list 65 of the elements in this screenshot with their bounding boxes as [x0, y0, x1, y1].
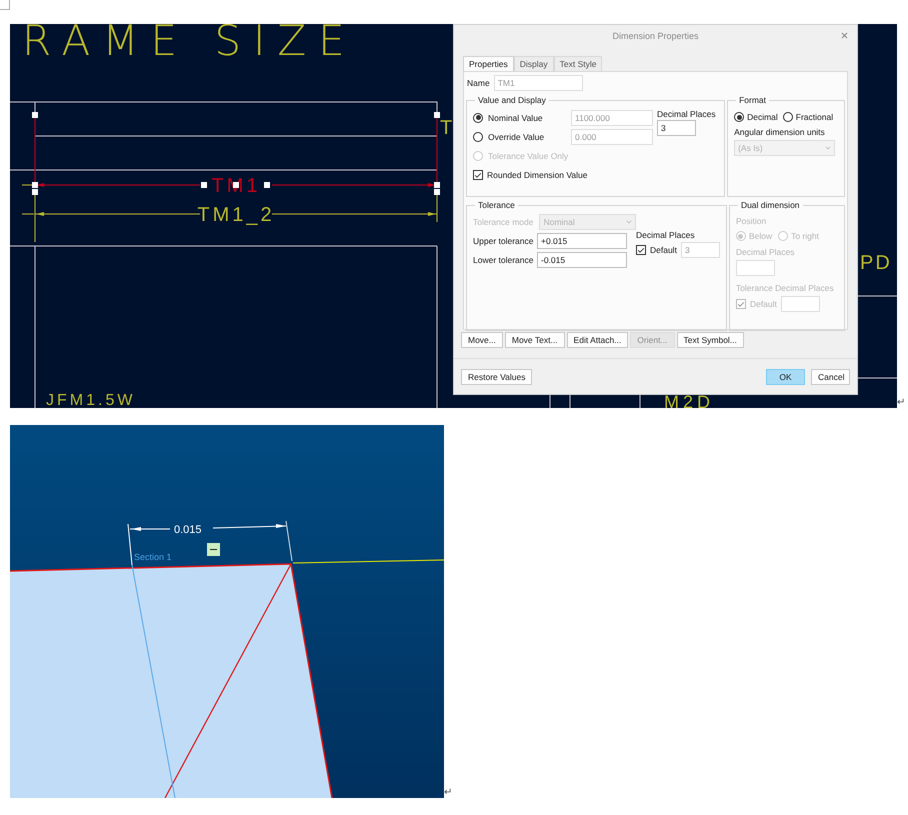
- radio-label: Tolerance Value Only: [488, 150, 568, 160]
- checkbox-label: Default: [750, 299, 777, 309]
- decimal-places-field[interactable]: 3: [657, 120, 696, 136]
- action-button[interactable]: Move Text...: [504, 332, 565, 348]
- drawing-label: T: [440, 117, 452, 139]
- text-boundary-mark: [0, 0, 10, 10]
- radio-label: Decimal: [747, 112, 778, 122]
- paragraph-mark: ↵: [897, 398, 905, 408]
- field-label: Decimal Places: [736, 247, 796, 257]
- field-label: Tolerance Decimal Places: [736, 283, 835, 293]
- field-label: Tolerance mode: [473, 217, 534, 227]
- close-icon[interactable]: [840, 31, 849, 40]
- checkbox-label: Default: [650, 245, 677, 255]
- ok-button[interactable]: OK: [766, 369, 805, 385]
- radio-button[interactable]: [473, 112, 483, 122]
- selection-handle[interactable]: [434, 112, 440, 118]
- drawing-label: PD: [860, 252, 892, 274]
- drawing-label: JFM1.5W: [46, 392, 136, 408]
- dropdown-caret-icon: [625, 218, 633, 226]
- group-title: Value and Display: [475, 95, 549, 105]
- radio-label: Fractional: [796, 112, 834, 122]
- field-label: Angular dimension units: [734, 127, 826, 137]
- radio-label: Below: [748, 231, 772, 241]
- action-button[interactable]: Edit Attach...: [566, 332, 628, 348]
- radio-button[interactable]: [734, 112, 744, 122]
- minus-icon[interactable]: [207, 543, 220, 556]
- field-label: Position: [736, 216, 768, 226]
- dimension-text[interactable]: TM1_2: [197, 204, 275, 226]
- action-button[interactable]: Move...: [461, 332, 503, 348]
- field-label: Lower tolerance: [473, 255, 534, 265]
- field-label: Decimal Places: [636, 230, 696, 240]
- drawing-label: M2D: [664, 392, 714, 408]
- checkbox[interactable]: [473, 170, 483, 180]
- tab[interactable]: Text Style: [554, 56, 602, 71]
- name-label: Name: [467, 78, 490, 88]
- radio-label: Nominal Value: [488, 112, 543, 122]
- dialog-button[interactable]: Cancel: [811, 369, 850, 385]
- field-label: Upper tolerance: [473, 236, 534, 246]
- field-label: Decimal Places: [657, 109, 716, 119]
- tab[interactable]: Properties: [463, 56, 514, 71]
- radio-label: To right: [791, 231, 819, 241]
- paragraph-mark: ↵: [444, 788, 452, 798]
- checkbox-label: Rounded Dimension Value: [487, 170, 588, 180]
- radio-button[interactable]: [782, 112, 793, 122]
- window-title: Dimension Properties: [612, 30, 699, 40]
- dimension-text[interactable]: 0.015: [174, 524, 202, 536]
- selection-handle[interactable]: [201, 182, 207, 188]
- tab[interactable]: Display: [514, 56, 554, 71]
- group-title: Tolerance: [475, 200, 518, 210]
- radio-button[interactable]: [473, 132, 483, 142]
- checkbox[interactable]: [636, 245, 646, 255]
- group-title: Format: [736, 95, 769, 105]
- radio-label: Override Value: [488, 132, 544, 142]
- section-label: Section 1: [134, 552, 172, 562]
- tolerance-field[interactable]: +0.015: [537, 233, 627, 249]
- group-title: Dual dimension: [738, 200, 803, 210]
- selection-handle[interactable]: [264, 182, 270, 188]
- decimal-places-field[interactable]: [736, 260, 775, 276]
- tolerance-field[interactable]: -0.015: [537, 252, 627, 268]
- dialog-button[interactable]: Restore Values: [461, 369, 532, 385]
- action-button[interactable]: Text Symbol...: [676, 332, 744, 348]
- selection-handle[interactable]: [233, 182, 239, 188]
- selection-handle[interactable]: [32, 112, 38, 118]
- decimal-places-field[interactable]: [780, 296, 820, 312]
- dropdown-caret-icon: [824, 144, 832, 152]
